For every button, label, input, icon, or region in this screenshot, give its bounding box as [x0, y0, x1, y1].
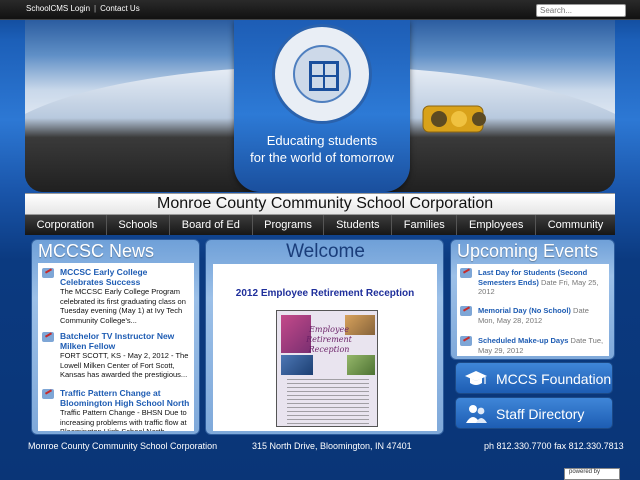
event-date-label: Date [573, 306, 589, 315]
news-summary: Traffic Pattern Change - BHSN Due to inc… [60, 408, 187, 431]
tagline: Educating students for the world of tomo… [234, 132, 410, 166]
main-nav: Corporation Schools Board of Ed Programs… [25, 215, 615, 235]
news-panel: MCCSC News MCCSC Early College Celebrate… [31, 239, 200, 435]
news-summary: FORT SCOTT, KS - May 2, 2012 - The Lowel… [60, 351, 189, 379]
utility-links: SchoolCMS Login | Contact Us [26, 4, 140, 13]
district-seal-logo[interactable] [272, 24, 372, 124]
header-banner: Educating students for the world of tomo… [25, 20, 615, 192]
calendar-icon [460, 268, 472, 278]
event-date-label: Date [540, 277, 557, 287]
seal-inner [293, 45, 351, 103]
event-date: Mon, May 28, 2012 [478, 315, 543, 325]
event-text: Memorial Day (No School) Date Mon, May 2… [478, 306, 606, 325]
flyer-script-title: Employee Retirement Reception [306, 325, 352, 354]
retirement-flyer-image[interactable]: Employee Retirement Reception [276, 310, 378, 427]
nav-employees[interactable]: Employees [457, 215, 537, 235]
tagline-line-1: Educating students [266, 133, 378, 148]
top-bar: SchoolCMS Login | Contact Us [0, 0, 640, 20]
contact-link[interactable]: Contact Us [100, 4, 140, 13]
events-list: Last Day for Students (Second Semesters … [457, 264, 609, 356]
link-separator: | [94, 4, 97, 13]
event-text: Last Day for Students (Second Semesters … [478, 268, 606, 297]
news-icon [42, 332, 54, 342]
nav-families[interactable]: Families [392, 215, 458, 235]
powered-by-badge[interactable]: powered by [564, 468, 620, 480]
calendar-icon [460, 336, 472, 346]
seal-mark-icon [309, 61, 339, 91]
news-list: MCCSC Early College Celebrates Success T… [38, 263, 194, 431]
event-text: Scheduled Make-up Days Date Tue, May 29,… [478, 336, 606, 355]
footer: Monroe County Community School Corporati… [0, 438, 640, 458]
footer-phone: ph 812.330.7700 fax 812.330.7813 [484, 441, 624, 451]
nav-community[interactable]: Community [536, 215, 615, 235]
staff-directory-button[interactable]: Staff Directory [455, 397, 613, 429]
title-bar: Monroe County Community School Corporati… [25, 193, 615, 215]
news-icon [42, 268, 54, 278]
welcome-heading: Welcome [286, 241, 365, 262]
staff-directory-label: Staff Directory [496, 406, 585, 422]
powered-by-label: powered by [569, 469, 601, 475]
nav-programs[interactable]: Programs [253, 215, 325, 235]
nav-schools[interactable]: Schools [107, 215, 171, 235]
news-summary: The MCCSC Early College Program celebrat… [60, 287, 186, 325]
feature-title[interactable]: 2012 Employee Retirement Reception [213, 288, 437, 299]
login-link[interactable]: SchoolCMS Login [26, 4, 90, 13]
welcome-content: 2012 Employee Retirement Reception Emplo… [213, 264, 437, 431]
foundation-label: MCCS Foundation [496, 371, 612, 387]
people-icon [466, 405, 487, 423]
news-icon [42, 389, 54, 399]
footer-address: 315 North Drive, Bloomington, IN 47401 [252, 441, 412, 451]
nav-board-of-ed[interactable]: Board of Ed [170, 215, 253, 235]
nav-corporation[interactable]: Corporation [25, 215, 107, 235]
flyer-photo [347, 355, 375, 375]
event-date-label: Date [570, 336, 587, 345]
events-panel: Upcoming Events Last Day for Students (S… [450, 239, 615, 360]
event-title-link[interactable]: Scheduled Make-up Days [478, 336, 568, 345]
news-title-link[interactable]: MCCSC Early College Celebrates Success [60, 267, 192, 287]
flyer-text-lines [287, 379, 369, 424]
flyer-photo [281, 355, 313, 375]
events-heading: Upcoming Events [457, 241, 599, 261]
search-input[interactable] [536, 4, 626, 17]
news-title-link[interactable]: Batchelor TV Instructor New Milken Fello… [60, 331, 192, 351]
calendar-icon [460, 306, 472, 316]
traffic-light-icon [422, 105, 486, 133]
news-heading: MCCSC News [38, 241, 155, 261]
welcome-panel: Welcome 2012 Employee Retirement Recepti… [205, 239, 444, 435]
graduation-cap-icon [465, 371, 487, 385]
event-title-link[interactable]: Memorial Day (No School) [478, 306, 571, 315]
tagline-line-2: for the world of tomorrow [250, 150, 394, 165]
news-title-link[interactable]: Traffic Pattern Change at Bloomington Hi… [60, 388, 192, 408]
foundation-button[interactable]: MCCS Foundation [455, 362, 613, 394]
footer-org-name: Monroe County Community School Corporati… [28, 441, 218, 451]
seal-panel: Educating students for the world of tomo… [234, 20, 410, 192]
page-title: Monroe County Community School Corporati… [157, 195, 494, 212]
nav-students[interactable]: Students [324, 215, 393, 235]
